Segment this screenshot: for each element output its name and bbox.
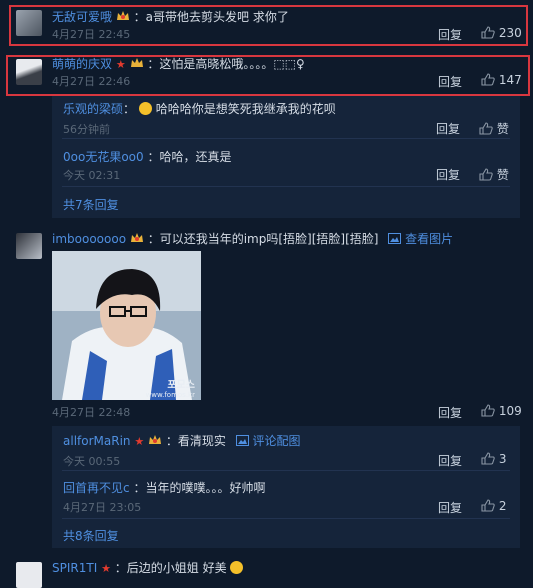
replier-name[interactable]: 0oo无花果oo0 bbox=[63, 150, 144, 164]
view-image-label: 查看图片 bbox=[405, 232, 454, 246]
like-label: 赞 bbox=[496, 168, 509, 182]
laughing-emoji-icon bbox=[138, 102, 152, 115]
view-image-link[interactable]: 查看图片 bbox=[388, 232, 453, 246]
comment-text: ：后边的小姐姐 好美 bbox=[114, 561, 227, 575]
reply-button[interactable]: 回复 bbox=[436, 166, 460, 183]
comment-image[interactable]: 포모스 www.fomos.kr bbox=[52, 251, 201, 400]
replier-name[interactable]: 回首再不见c bbox=[63, 481, 130, 495]
replies-panel: allforMaRin ★ ：看清现实 评论配图 今天 00:55 回复 3 回… bbox=[52, 426, 520, 548]
divider bbox=[62, 518, 510, 519]
like-label: 赞 bbox=[496, 122, 509, 136]
divider bbox=[62, 138, 510, 139]
like-button[interactable]: 109 bbox=[481, 404, 522, 418]
image-icon bbox=[235, 435, 249, 446]
like-button[interactable]: 2 bbox=[481, 499, 506, 513]
avatar[interactable] bbox=[16, 562, 42, 588]
like-button[interactable]: 赞 bbox=[479, 166, 509, 183]
avatar[interactable] bbox=[16, 233, 42, 259]
image-watermark-url: www.fomos.kr bbox=[145, 391, 195, 399]
like-button[interactable]: 赞 bbox=[479, 120, 509, 137]
star-badge-icon: ★ bbox=[101, 562, 111, 575]
reply-time: 56分钟前 bbox=[63, 123, 110, 136]
comment-text: ：可以还我当年的imp吗[捂脸][捂脸][捂脸] bbox=[147, 232, 379, 246]
reply-button[interactable]: 回复 bbox=[438, 499, 462, 516]
divider bbox=[62, 186, 510, 187]
like-count: 3 bbox=[498, 452, 507, 466]
divider bbox=[62, 470, 510, 471]
replier-name[interactable]: 乐观的梁硕 bbox=[63, 102, 123, 116]
reply-button[interactable]: 回复 bbox=[438, 404, 462, 421]
like-count: 109 bbox=[498, 404, 522, 418]
replies-panel: 乐观的梁硕： 哈哈哈你是想笑死我继承我的花呗 56分钟前 回复 赞 0oo无花果… bbox=[52, 96, 520, 218]
thumbs-up-icon bbox=[481, 499, 495, 512]
comment-time: 4月27日 22:48 bbox=[52, 406, 131, 419]
replier-name[interactable]: allforMaRin bbox=[63, 434, 131, 448]
highlight-box bbox=[6, 55, 530, 96]
star-badge-icon: ★ bbox=[134, 435, 145, 448]
thumbs-up-icon bbox=[481, 404, 495, 417]
reply-text: 哈哈哈你是想笑死我继承我的花呗 bbox=[155, 102, 336, 116]
reply-text: ：看清现实 bbox=[165, 434, 226, 448]
reply-text: ：当年的噗噗。。。好帅啊 bbox=[133, 481, 266, 495]
highlight-box bbox=[9, 5, 528, 46]
thumbs-up-icon bbox=[481, 452, 495, 465]
reply-button[interactable]: 回复 bbox=[438, 452, 462, 469]
image-watermark: 포모스 bbox=[167, 380, 195, 391]
thumbs-up-icon bbox=[479, 122, 493, 135]
more-replies-link[interactable]: 共7条回复 bbox=[63, 196, 119, 213]
thumbs-up-icon bbox=[479, 168, 493, 181]
reply-text: ：哈哈，还真是 bbox=[147, 150, 232, 164]
reply-time: 4月27日 23:05 bbox=[63, 501, 142, 514]
reply-button[interactable]: 回复 bbox=[436, 120, 460, 137]
commenter-name[interactable]: SPIR1TI bbox=[52, 561, 97, 575]
more-replies-link[interactable]: 共8条回复 bbox=[63, 527, 119, 544]
like-count: 2 bbox=[498, 499, 507, 513]
comment-image-label: 评论配图 bbox=[252, 434, 301, 448]
like-button[interactable]: 3 bbox=[481, 452, 506, 466]
comment-image-link[interactable]: 评论配图 bbox=[235, 434, 301, 448]
vip-crown-icon bbox=[149, 435, 162, 444]
image-icon bbox=[388, 233, 402, 244]
reply-time: 今天 02:31 bbox=[63, 169, 121, 182]
commenter-name[interactable]: imbooooooo bbox=[52, 232, 126, 246]
reply-time: 今天 00:55 bbox=[63, 455, 121, 468]
vip-crown-icon bbox=[130, 233, 143, 242]
